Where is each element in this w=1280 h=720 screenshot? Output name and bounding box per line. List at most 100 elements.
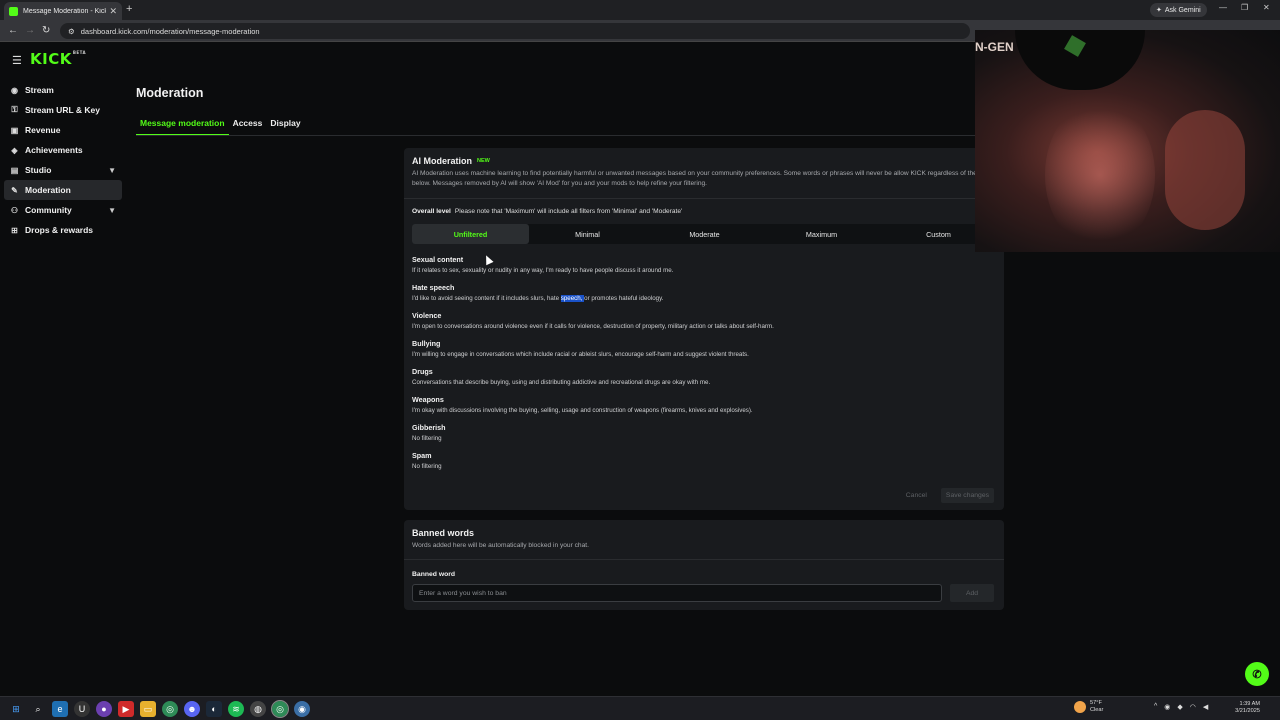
volume-icon[interactable]: ◀ [1203, 703, 1208, 711]
ask-gemini-button[interactable]: ✦ Ask Gemini [1150, 3, 1207, 17]
category-description: I'm willing to engage in conversations w… [412, 351, 749, 358]
sidebar-item-moderation[interactable]: ✎ Moderation [4, 180, 122, 200]
restore-icon[interactable]: ❐ [1241, 3, 1248, 12]
kick-favicon-icon [9, 6, 18, 16]
sidebar-item-drops-rewards[interactable]: ⊞ Drops & rewards [4, 220, 122, 240]
ask-gemini-label: Ask Gemini [1164, 6, 1201, 14]
category-description: I'm open to conversations around violenc… [412, 323, 774, 330]
level-moderate[interactable]: Moderate [646, 224, 763, 244]
weather-widget[interactable]: 57°F Clear [1074, 700, 1103, 714]
studio-icon: ▤ [10, 165, 19, 175]
sidebar-item-stream-url-key[interactable]: ⚿ Stream URL & Key [4, 100, 122, 120]
reload-icon[interactable]: ↻ [42, 25, 50, 36]
save-changes-button[interactable]: Save changes [940, 488, 994, 503]
card-actions: Cancel Save changes [902, 488, 994, 503]
card-title: AI Moderation NEW [412, 156, 490, 166]
sidebar-item-revenue[interactable]: ▣ Revenue [4, 120, 122, 140]
add-button[interactable]: Add [950, 584, 994, 602]
webcam-overlay: N-GEN [975, 30, 1280, 252]
back-icon[interactable]: ← [8, 25, 18, 36]
edge-icon[interactable]: e [52, 701, 68, 717]
chrome-icon[interactable]: ◎ [162, 701, 178, 717]
spotify-icon[interactable]: ≋ [228, 701, 244, 717]
category-title: Drugs [412, 367, 433, 376]
unreal-icon[interactable]: U [74, 701, 90, 717]
site-info-icon[interactable]: ⚙ [68, 27, 75, 36]
ai-moderation-title: AI Moderation [412, 156, 472, 166]
taskbar: ⊞ ⌕ e U ● ▶ ▭ ◎ ☻ ◐ ≋ ◍ ◎ ◉ 57°F Clear ^ … [0, 696, 1280, 720]
gift-icon: ⊞ [11, 225, 18, 235]
steam-icon[interactable]: ◐ [206, 701, 222, 717]
category-list: Sexual content If it relates to sex, sex… [412, 255, 774, 479]
tab-close-icon[interactable]: ✕ [109, 6, 117, 17]
address-bar[interactable]: ⚙ dashboard.kick.com/moderation/message-… [60, 23, 970, 39]
kick-logo[interactable]: KICKBETA [30, 50, 86, 68]
forward-icon[interactable]: → [25, 25, 35, 36]
sidebar-item-achievements[interactable]: ◈ Achievements [4, 140, 122, 160]
tab-access[interactable]: Access [229, 118, 267, 136]
tray-app-icon[interactable]: ◆ [1177, 703, 1182, 711]
close-window-icon[interactable]: ✕ [1263, 3, 1270, 12]
cancel-button[interactable]: Cancel [902, 488, 931, 503]
menu-icon[interactable]: ☰ [12, 54, 22, 67]
banned-word-input[interactable] [412, 584, 942, 602]
app-icon[interactable]: ◉ [294, 701, 310, 717]
tray-chevron-icon[interactable]: ^ [1154, 703, 1157, 711]
level-maximum[interactable]: Maximum [763, 224, 880, 244]
minimize-icon[interactable]: — [1219, 3, 1227, 12]
level-unfiltered[interactable]: Unfiltered [412, 224, 529, 244]
achievements-icon: ◈ [11, 145, 18, 155]
tab-display[interactable]: Display [266, 118, 304, 136]
url-text: dashboard.kick.com/moderation/message-mo… [80, 26, 260, 36]
system-tray: ^ ◉ ◆ ◠ ◀ [1154, 703, 1208, 711]
category-title: Sexual content [412, 255, 464, 264]
new-tab-button[interactable]: + [126, 3, 132, 15]
category-weapons: Weapons I'm okay with discussions involv… [412, 395, 774, 423]
category-title: Hate speech [412, 283, 455, 292]
clock-time: 1:39 AM [1239, 701, 1260, 707]
level-minimal[interactable]: Minimal [529, 224, 646, 244]
category-description: No filtering [412, 435, 442, 442]
search-icon[interactable]: ⌕ [30, 701, 46, 717]
sidebar-item-stream[interactable]: ◉ Stream [4, 80, 122, 100]
wifi-icon[interactable]: ◠ [1190, 703, 1196, 711]
banned-words-description: Words added here will be automatically b… [412, 542, 589, 549]
app-icon[interactable]: ● [96, 701, 112, 717]
sidebar-item-studio[interactable]: ▤ Studio ▼ [4, 160, 122, 180]
clock[interactable]: 1:39 AM 3/21/2025 [1226, 701, 1260, 715]
category-title: Bullying [412, 339, 441, 348]
sidebar-item-label: Stream [25, 85, 54, 95]
tab-message-moderation[interactable]: Message moderation [136, 118, 229, 136]
chevron-down-icon[interactable]: ▼ [108, 206, 116, 215]
link-icon: ⚿ [11, 105, 18, 114]
chevron-down-icon[interactable]: ▼ [108, 166, 116, 175]
folder-icon[interactable]: ▭ [140, 701, 156, 717]
category-description: No filtering [412, 463, 442, 470]
selected-text: speech, [560, 295, 585, 302]
overall-level-label: Overall level [412, 208, 451, 215]
help-chat-icon[interactable]: ✆ [1245, 662, 1269, 686]
weather-text: 57°F Clear [1090, 700, 1103, 714]
sidebar-item-label: Studio [25, 165, 52, 175]
discord-icon[interactable]: ☻ [184, 701, 200, 717]
divider [404, 559, 1004, 560]
divider [404, 198, 1004, 199]
app-icon[interactable]: ◍ [250, 701, 266, 717]
chrome-icon[interactable]: ◎ [271, 700, 289, 718]
wrench-icon: ✎ [11, 185, 18, 195]
sidebar-item-community[interactable]: ⚇ Community ▼ [4, 200, 122, 220]
youtube-icon[interactable]: ▶ [118, 701, 134, 717]
ai-moderation-description: AI Moderation uses machine learning to f… [412, 170, 1002, 187]
sidebar-item-label: Revenue [25, 125, 61, 135]
browser-tab[interactable]: Message Moderation - Kick Da ✕ [4, 2, 122, 20]
moderation-tabs: Message moderation Access Display [136, 118, 305, 136]
sidebar-item-label: Stream URL & Key [25, 105, 100, 115]
overall-level-row: Overall level Please note that 'Maximum' … [412, 208, 682, 215]
sidebar: ◉ Stream ⚿ Stream URL & Key ▣ Revenue ◈ … [4, 80, 122, 240]
windows-start-icon[interactable]: ⊞ [8, 701, 24, 717]
tab-divider [136, 135, 975, 136]
browser-tabstrip: Message Moderation - Kick Da ✕ + ✦ Ask G… [0, 0, 1280, 20]
tray-app-icon[interactable]: ◉ [1164, 703, 1170, 711]
page-title: Moderation [136, 86, 204, 100]
category-gibberish: Gibberish No filtering [412, 423, 774, 451]
